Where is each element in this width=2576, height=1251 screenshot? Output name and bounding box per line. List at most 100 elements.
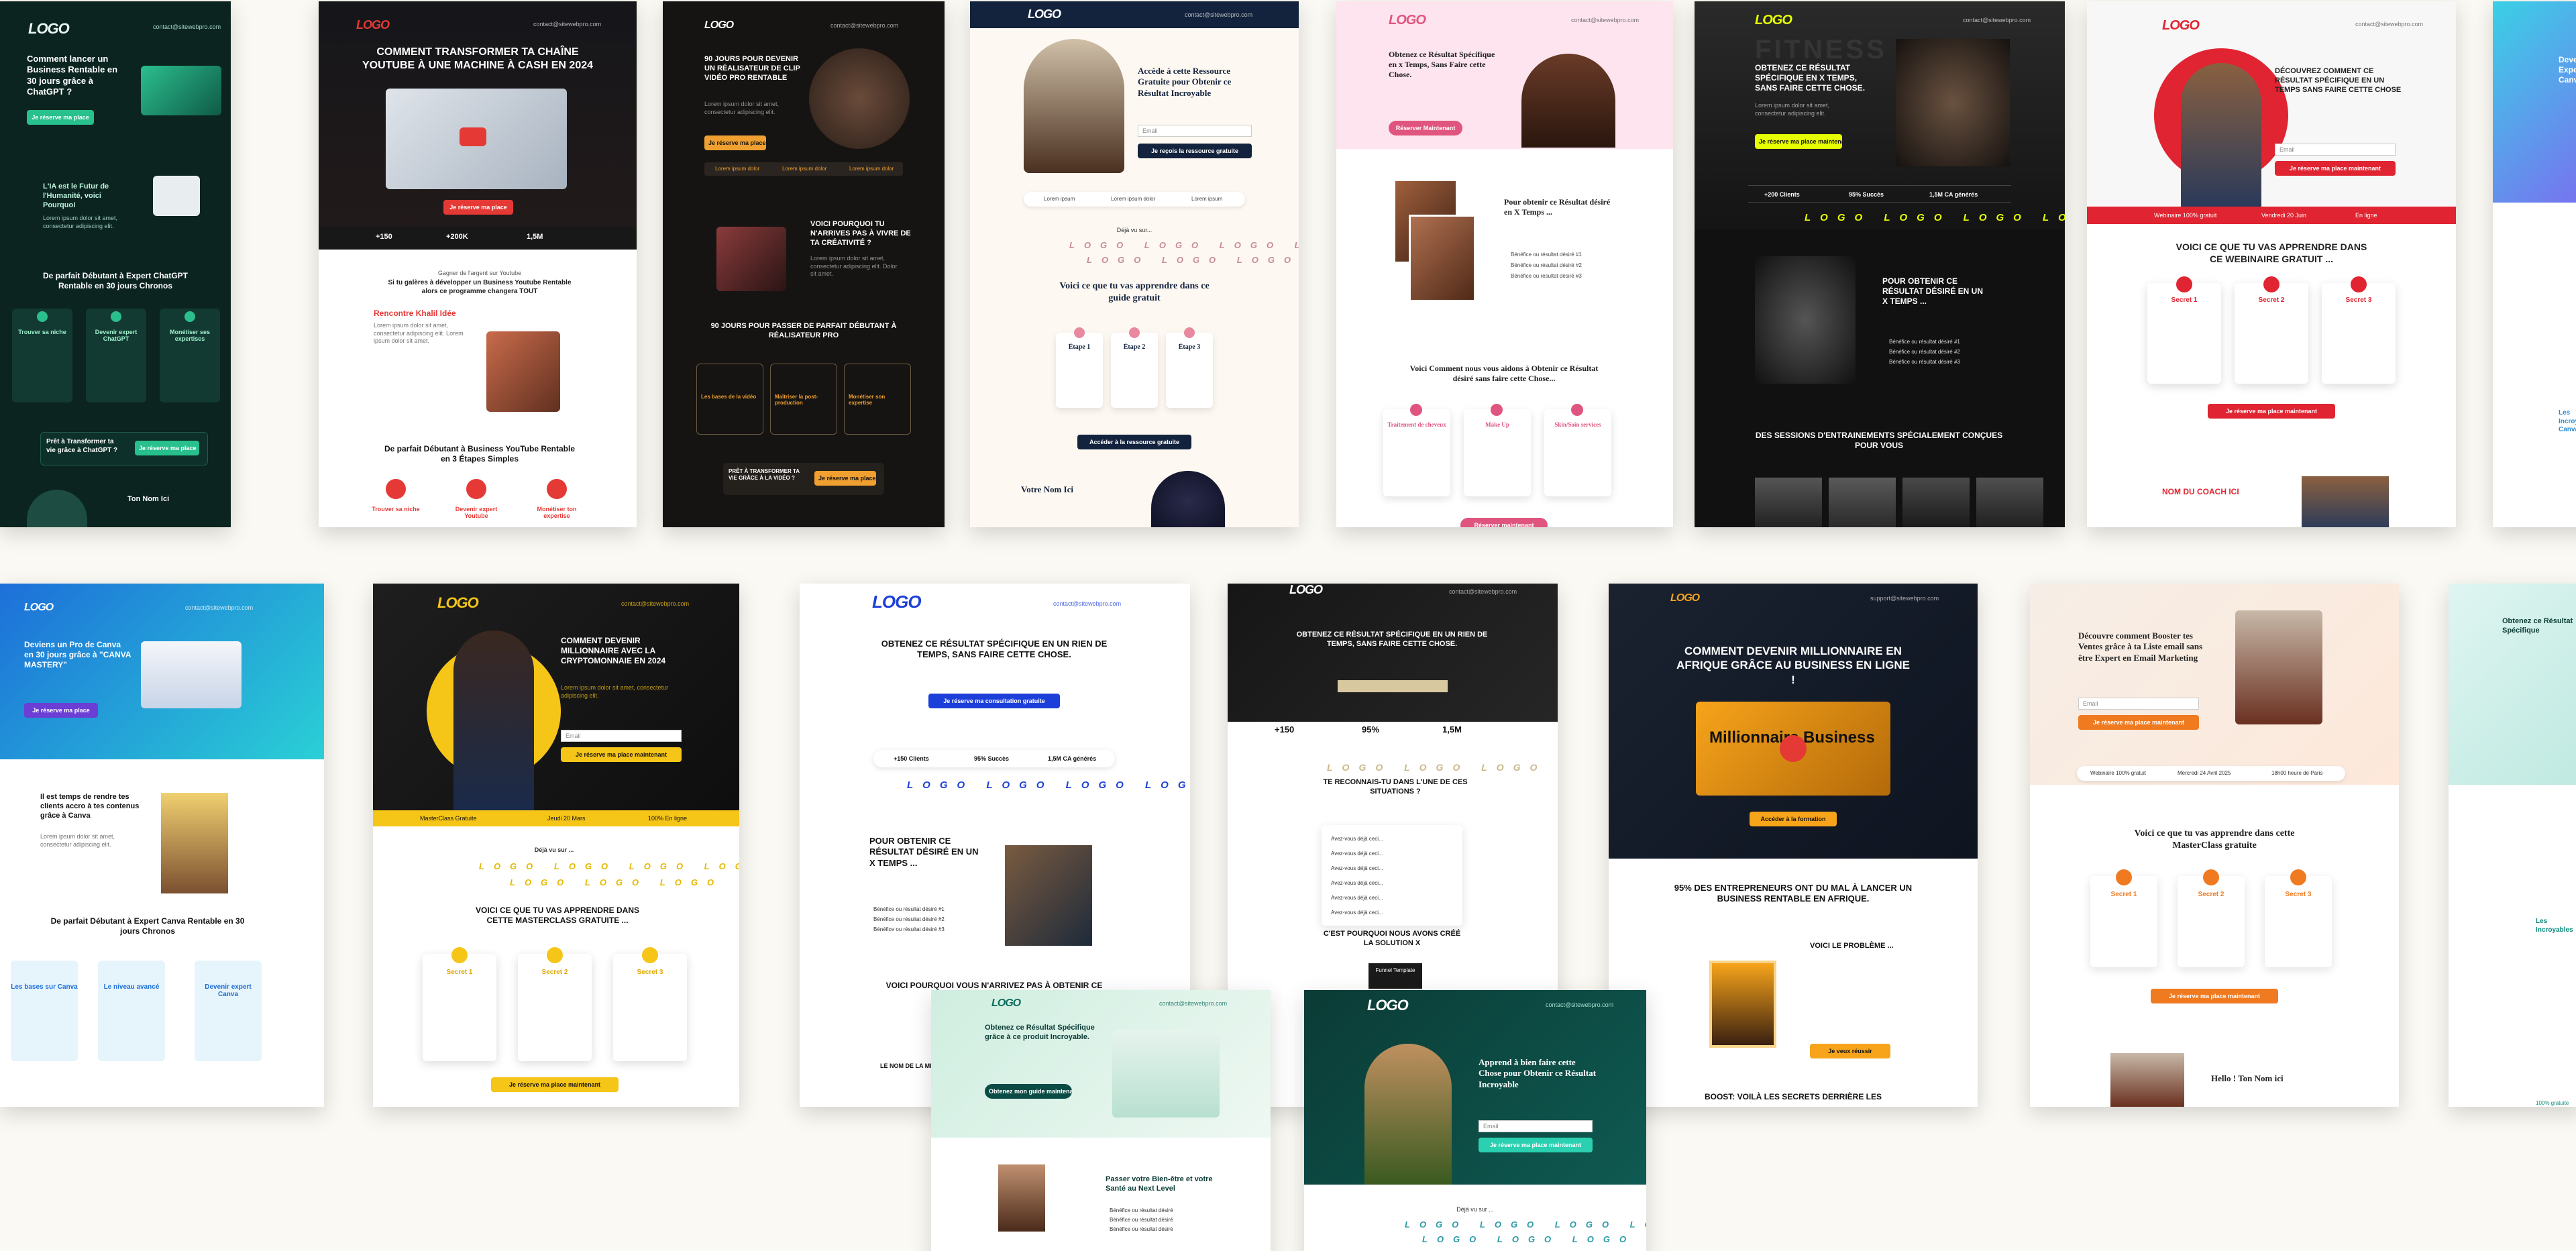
device-mockup <box>141 641 241 708</box>
email[interactable]: contact@sitewebpro.com <box>1546 1002 1613 1008</box>
video-thumbnail[interactable]: Millionnaire Business <box>1696 702 1890 796</box>
email[interactable]: contact@sitewebpro.com <box>1053 601 1121 607</box>
program-title: Voici ce que tu vas apprendre dans ce gu… <box>1059 281 1210 303</box>
hero-cta-button[interactable]: Je réserve ma place maintenant <box>1755 134 1842 149</box>
logo: LOGO <box>24 602 54 613</box>
section-title: Les Incroyables Canva <box>2559 409 2576 433</box>
stats-strip: +200 Clients 95% Succès 1,5M CA générés <box>1748 185 2011 203</box>
email[interactable]: contact@sitewebpro.com <box>1159 1001 1227 1007</box>
step-label: Trouver sa niche <box>372 506 420 512</box>
section-photo <box>998 1164 1045 1232</box>
email[interactable]: contact@sitewebpro.com <box>533 21 601 28</box>
secondary-cta-button[interactable]: Je réserve ma place maintenant <box>2151 989 2278 1003</box>
logo-row: LOGO LOGO LOGO <box>1422 1234 1636 1244</box>
program-title: Voici ce que tu vas apprendre dans cette… <box>2134 828 2295 851</box>
landing-crypto: LOGO contact@sitewebpro.com Comment deve… <box>373 584 739 1107</box>
play-icon[interactable] <box>1780 735 1807 762</box>
logo-row: LOGO LOGO LOGO LOGO <box>479 861 739 871</box>
secret-card: Secret 1 <box>423 947 496 1061</box>
cta-banner-button[interactable]: Je réserve ma place <box>814 471 876 486</box>
stat-value: 1,5M <box>1442 724 1462 735</box>
hero-photo <box>1364 1044 1452 1185</box>
gallery-photo <box>1755 478 1822 527</box>
secondary-cta-button[interactable]: Je veux réussir <box>1810 1044 1890 1058</box>
hero-headline: Obtenez ce Résultat Spécifique grâce à c… <box>985 1024 1095 1041</box>
step-card: Le niveau avancé <box>98 961 165 1061</box>
service-card: Traitement de cheveux <box>1383 404 1450 496</box>
email[interactable]: contact@sitewebpro.com <box>1963 17 2031 23</box>
problem-title: Voici le problème ... <box>1810 942 1894 950</box>
funnel-badge: Funnel Template <box>1368 963 1422 989</box>
email-input[interactable]: Email <box>2078 698 2199 710</box>
hero-cta-button[interactable]: Accéder à la formation <box>1750 812 1837 826</box>
logo: LOGO <box>991 997 1021 1009</box>
section-photo <box>1005 845 1092 946</box>
landing-email-marketing: Découvre comment Booster tes Ventes grâc… <box>2030 584 2399 1107</box>
email[interactable]: support@sitewebpro.com <box>1870 596 1939 602</box>
email[interactable]: contact@sitewebpro.com <box>1449 589 1517 595</box>
secondary-cta-button[interactable]: Je réserve ma place maintenant <box>491 1077 619 1092</box>
step-card: Étape 2 <box>1111 327 1158 408</box>
hero-cta-button[interactable]: Je réserve ma place <box>443 200 513 215</box>
hero-cta-button[interactable]: Je réserve ma place maintenant <box>561 747 682 762</box>
section-body: Lorem ipsum dolor sit amet, consectetur … <box>43 215 118 229</box>
product-mockup <box>141 66 221 115</box>
landing-fitness: FITNESS LOGO contact@sitewebpro.com Obte… <box>1695 1 2065 527</box>
coach-name: Nom du coach ici <box>2162 487 2239 496</box>
secondary-cta-button[interactable]: Réserver maintenant <box>1460 518 1548 527</box>
logo-row: LOGO LOGO LOGO LOGO <box>1405 1219 1646 1230</box>
secret-card: Secret 1 <box>2090 869 2157 967</box>
hero-cta-button[interactable]: Je réserve ma place maintenant <box>2275 161 2396 176</box>
gallery-photo <box>1902 478 1970 527</box>
hero-cta-button[interactable]: Obtenez mon guide maintenant <box>985 1084 1072 1099</box>
section-title: Pour obtenir ce Résultat désiré en X Tem… <box>1504 197 1611 217</box>
guide-text: Si tu galères à développer un Business Y… <box>388 279 572 295</box>
service-card: Skin/Soin services <box>1544 404 1611 496</box>
step-card: Devenir expert ChatGPT <box>86 309 146 402</box>
logo: LOGO <box>28 20 70 37</box>
hero-cta-button[interactable]: Je réserve ma consultation gratuite <box>928 694 1060 708</box>
section-title: Il est temps de rendre tes clients accro… <box>40 793 140 820</box>
email[interactable]: contact@sitewebpro.com <box>185 605 253 611</box>
landing-partial-right-top: Devenez Expert en Canva Les Incroyables … <box>2493 1 2576 527</box>
hero-photo <box>2235 610 2322 724</box>
eyebrow: Gagner de l'argent sur Youtube <box>437 270 522 276</box>
stat-value: +150 <box>376 233 392 241</box>
coach-photo <box>1151 471 1225 527</box>
email-input[interactable]: Email <box>2275 144 2396 156</box>
secret-card: Secret 2 <box>518 947 592 1061</box>
email[interactable]: contact@sitewebpro.com <box>1185 12 1252 18</box>
email[interactable]: contact@sitewebpro.com <box>153 24 221 30</box>
email-input[interactable]: Email <box>1138 125 1252 137</box>
logo-row: LOGO LOGO LOGO LOGO <box>1327 762 1558 773</box>
product-image <box>1112 1030 1220 1118</box>
gallery-photo <box>1829 478 1896 527</box>
hero-cta-button[interactable]: Je réserve ma place <box>24 703 98 718</box>
benefit-list: Bénéfice ou résultat désiré #1 Bénéfice o… <box>1889 339 1960 365</box>
hero-cta-button[interactable] <box>1338 680 1448 692</box>
logo-row: LOGO LOGO LOGO <box>1087 255 1299 265</box>
email-input[interactable]: Email <box>561 730 682 742</box>
email[interactable]: contact@sitewebpro.com <box>1571 17 1639 23</box>
hero-cta-button[interactable]: Je reçois la ressource gratuite <box>1138 144 1252 158</box>
hero-cta-button[interactable]: Réserver Maintenant <box>1389 121 1462 135</box>
email[interactable]: contact@sitewebpro.com <box>830 23 898 29</box>
hero-cta-button[interactable]: Je réserve ma place <box>704 135 766 150</box>
hero-headline: 90 jours pour devenir un réalisateur de … <box>704 55 800 82</box>
program-title: Voici Comment nous vous aidons à Obtenir… <box>1409 364 1599 383</box>
hero-cta-button[interactable]: Je réserve ma place <box>27 110 94 125</box>
hero-cta-button[interactable]: Je réserve ma place maintenant <box>2078 715 2199 730</box>
seen-on-label: Déjà vu sur ... <box>1456 1206 1494 1213</box>
secondary-cta-button[interactable]: Je réserve ma place maintenant <box>2208 404 2335 419</box>
secondary-cta-button[interactable]: Accéder à la ressource gratuite <box>1077 435 1191 449</box>
email[interactable]: contact@sitewebpro.com <box>2355 21 2423 28</box>
hero-headline: Obtenez ce Résultat Spécifique en X temp… <box>1755 63 1866 93</box>
email-input[interactable]: Email <box>1479 1120 1593 1132</box>
section-photo <box>1409 215 1476 302</box>
cta-banner-button[interactable]: Je réserve ma place <box>135 441 199 455</box>
gallery-photo <box>1976 478 2043 527</box>
logo-row: LOGO LOGO LOGO LOGO <box>1805 212 2065 223</box>
email[interactable]: contact@sitewebpro.com <box>621 601 689 607</box>
landing-chatgpt: LOGO contact@sitewebpro.com Comment lanc… <box>0 1 231 527</box>
hero-cta-button[interactable]: Je réserve ma place maintenant <box>1479 1138 1593 1152</box>
